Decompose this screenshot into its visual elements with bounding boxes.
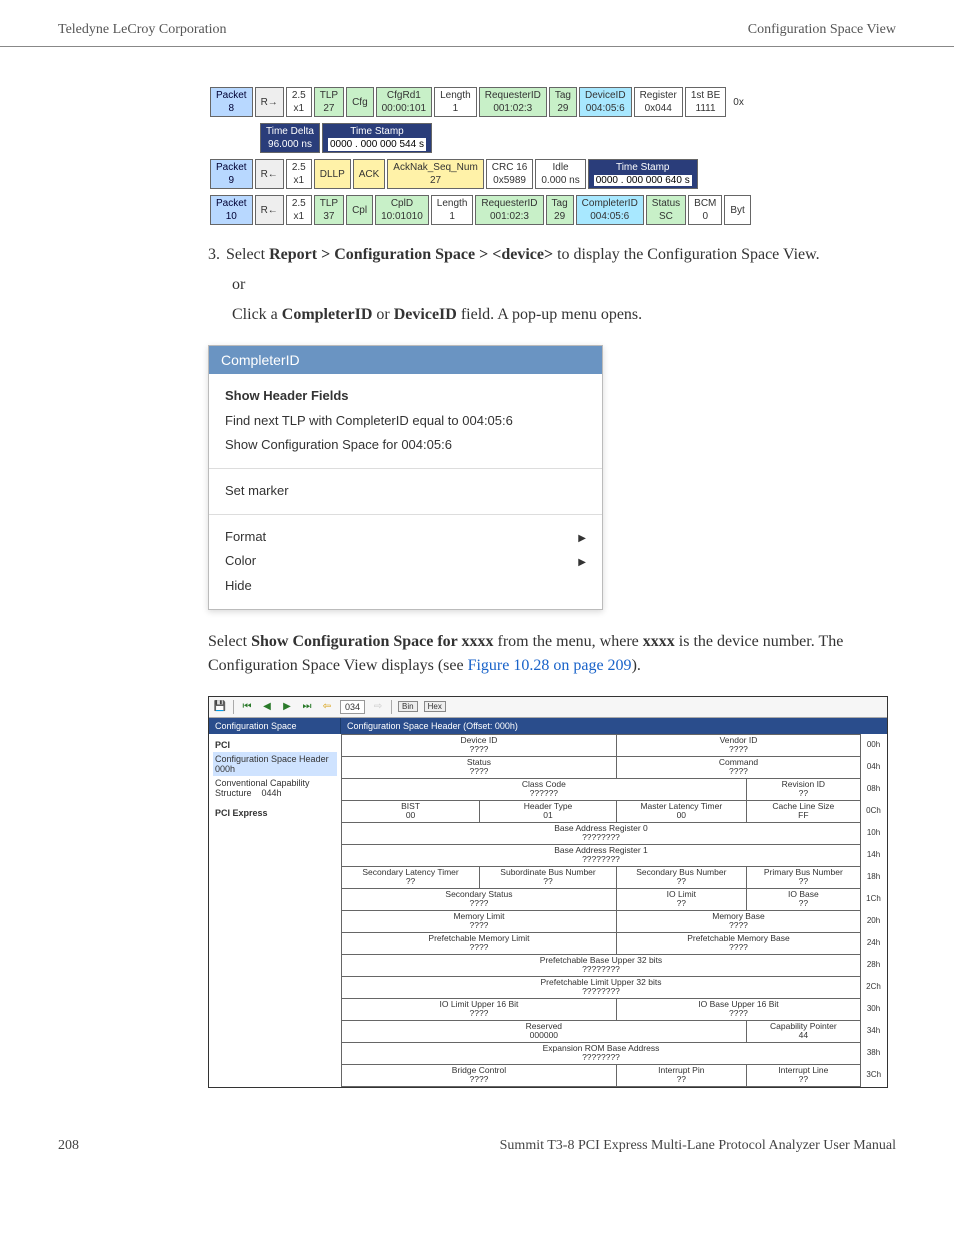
offset-label: 34h xyxy=(861,1020,887,1042)
register-cell[interactable]: Expansion ROM Base Address???????? xyxy=(342,1042,861,1064)
offset-label: 2Ch xyxy=(861,976,887,998)
offset-label: 24h xyxy=(861,932,887,954)
popup-hide[interactable]: Hide xyxy=(225,574,586,599)
register-cell[interactable]: Capability Pointer44 xyxy=(746,1020,860,1042)
offset-label: 10h xyxy=(861,822,887,844)
register-cell[interactable]: IO Limit?? xyxy=(616,888,746,910)
cfg-register-grid: Device ID????Vendor ID????00hStatus????C… xyxy=(341,734,887,1087)
register-cell[interactable]: Header Type01 xyxy=(480,800,617,822)
address-field[interactable]: 034 xyxy=(340,700,365,714)
offset-label: 18h xyxy=(861,866,887,888)
register-cell[interactable]: Subordinate Bus Number?? xyxy=(480,866,617,888)
popup-show-header-fields[interactable]: Show Header Fields xyxy=(225,384,586,409)
hex-button[interactable]: Hex xyxy=(424,701,446,712)
register-cell[interactable]: Vendor ID???? xyxy=(616,734,860,756)
offset-label: 08h xyxy=(861,778,887,800)
offset-label: 30h xyxy=(861,998,887,1020)
instruction-click: Click a CompleterID or DeviceID field. A… xyxy=(232,303,896,327)
register-cell[interactable]: Memory Base???? xyxy=(616,910,860,932)
sidebar-conventional-capability[interactable]: Conventional Capability Structure 044h xyxy=(213,776,337,800)
sidebar-cfg-space-header[interactable]: Configuration Space Header 000h xyxy=(213,752,337,776)
register-cell[interactable]: Reserved000000 xyxy=(342,1020,747,1042)
register-cell[interactable]: Prefetchable Memory Limit???? xyxy=(342,932,617,954)
popup-title: CompleterID xyxy=(209,346,602,374)
page-footer: 208 Summit T3-8 PCI Express Multi-Lane P… xyxy=(0,1108,954,1184)
offset-label: 20h xyxy=(861,910,887,932)
offset-label: 0Ch xyxy=(861,800,887,822)
register-cell[interactable]: Primary Bus Number?? xyxy=(746,866,860,888)
save-icon[interactable]: 💾 xyxy=(213,700,227,714)
register-cell[interactable]: IO Base Upper 16 Bit???? xyxy=(616,998,860,1020)
popup-color[interactable]: Color xyxy=(225,549,586,574)
cfg-sidebar: PCI Configuration Space Header 000h Conv… xyxy=(209,734,341,1087)
figure-link[interactable]: Figure 10.28 on page 209 xyxy=(468,657,632,674)
config-space-view-figure: 💾 ⏮ ◀ ▶ ⏭ ⇦ 034 ⇨ Bin Hex Configuration … xyxy=(208,696,888,1088)
first-icon[interactable]: ⏮ xyxy=(240,700,254,714)
register-cell[interactable]: Secondary Status???? xyxy=(342,888,617,910)
page-number: 208 xyxy=(58,1138,79,1154)
register-cell[interactable]: Base Address Register 1???????? xyxy=(342,844,861,866)
instruction-step-3: 3. Select Report > Configuration Space >… xyxy=(208,243,896,327)
packet-trace-figure: Packet8 R→ 2.5x1 TLP27 Cfg CfgRd100:00:1… xyxy=(208,87,896,225)
goto-icon[interactable]: ⇦ xyxy=(320,700,334,714)
offset-label: 14h xyxy=(861,844,887,866)
instruction-or: or xyxy=(232,273,896,297)
register-cell[interactable]: Prefetchable Base Upper 32 bits???????? xyxy=(342,954,861,976)
register-cell[interactable]: Prefetchable Memory Base???? xyxy=(616,932,860,954)
register-cell[interactable]: BIST00 xyxy=(342,800,480,822)
register-cell[interactable]: Prefetchable Limit Upper 32 bits???????? xyxy=(342,976,861,998)
sidebar-pci-express[interactable]: PCI Express xyxy=(213,806,337,820)
register-cell[interactable]: Master Latency Timer00 xyxy=(616,800,746,822)
popup-find-next[interactable]: Find next TLP with CompleterID equal to … xyxy=(225,409,586,434)
offset-label: 28h xyxy=(861,954,887,976)
cfg-side-header: Configuration Space xyxy=(209,718,341,734)
register-cell[interactable]: Secondary Latency Timer?? xyxy=(342,866,480,888)
offset-label: 38h xyxy=(861,1042,887,1064)
register-cell[interactable]: Interrupt Pin?? xyxy=(616,1064,746,1086)
register-cell[interactable]: IO Limit Upper 16 Bit???? xyxy=(342,998,617,1020)
offset-label: 04h xyxy=(861,756,887,778)
chevron-right-icon xyxy=(578,525,586,550)
header-left: Teledyne LeCroy Corporation xyxy=(58,22,227,38)
packet-row-10: Packet10 R← 2.5x1 TLP37 Cpl CplD10:01010… xyxy=(208,195,753,225)
prev-icon[interactable]: ◀ xyxy=(260,700,274,714)
forward-icon[interactable]: ⇨ xyxy=(371,700,385,714)
register-cell[interactable]: Secondary Bus Number?? xyxy=(616,866,746,888)
packet-row-8: Packet8 R→ 2.5x1 TLP27 Cfg CfgRd100:00:1… xyxy=(208,87,751,117)
cfg-toolbar: 💾 ⏮ ◀ ▶ ⏭ ⇦ 034 ⇨ Bin Hex xyxy=(209,697,887,718)
bin-button[interactable]: Bin xyxy=(398,701,418,712)
offset-label: 3Ch xyxy=(861,1064,887,1086)
popup-format[interactable]: Format xyxy=(225,525,586,550)
completer-id-popup: CompleterID Show Header Fields Find next… xyxy=(208,345,603,610)
register-cell[interactable]: Revision ID?? xyxy=(746,778,860,800)
register-cell[interactable]: Command???? xyxy=(616,756,860,778)
register-cell[interactable]: Memory Limit???? xyxy=(342,910,617,932)
register-cell[interactable]: Cache Line SizeFF xyxy=(746,800,860,822)
last-icon[interactable]: ⏭ xyxy=(300,700,314,714)
register-cell[interactable]: Bridge Control???? xyxy=(342,1064,617,1086)
next-icon[interactable]: ▶ xyxy=(280,700,294,714)
register-cell[interactable]: Status???? xyxy=(342,756,617,778)
register-cell[interactable]: Base Address Register 0???????? xyxy=(342,822,861,844)
sidebar-pci[interactable]: PCI xyxy=(213,738,337,752)
packet-row-8-time: Time Delta96.000 ns Time Stamp0000 . 000… xyxy=(258,123,434,153)
cfg-main-header: Configuration Space Header (Offset: 000h… xyxy=(341,718,887,734)
offset-label: 1Ch xyxy=(861,888,887,910)
register-cell[interactable]: Class Code?????? xyxy=(342,778,747,800)
register-cell[interactable]: IO Base?? xyxy=(746,888,860,910)
instruction-paragraph: Select Show Configuration Space for xxxx… xyxy=(208,630,896,678)
packet-row-9: Packet9 R← 2.5x1 DLLP ACK AckNak_Seq_Num… xyxy=(208,159,700,189)
chevron-right-icon xyxy=(578,549,586,574)
popup-set-marker[interactable]: Set marker xyxy=(225,479,586,504)
step-number: 3. xyxy=(208,243,226,267)
header-right: Configuration Space View xyxy=(748,22,896,38)
page-header: Teledyne LeCroy Corporation Configuratio… xyxy=(0,0,954,47)
offset-label: 00h xyxy=(861,734,887,756)
register-cell[interactable]: Device ID???? xyxy=(342,734,617,756)
popup-show-cfg-space[interactable]: Show Configuration Space for 004:05:6 xyxy=(225,433,586,458)
footer-title: Summit T3-8 PCI Express Multi-Lane Proto… xyxy=(500,1138,896,1154)
register-cell[interactable]: Interrupt Line?? xyxy=(746,1064,860,1086)
